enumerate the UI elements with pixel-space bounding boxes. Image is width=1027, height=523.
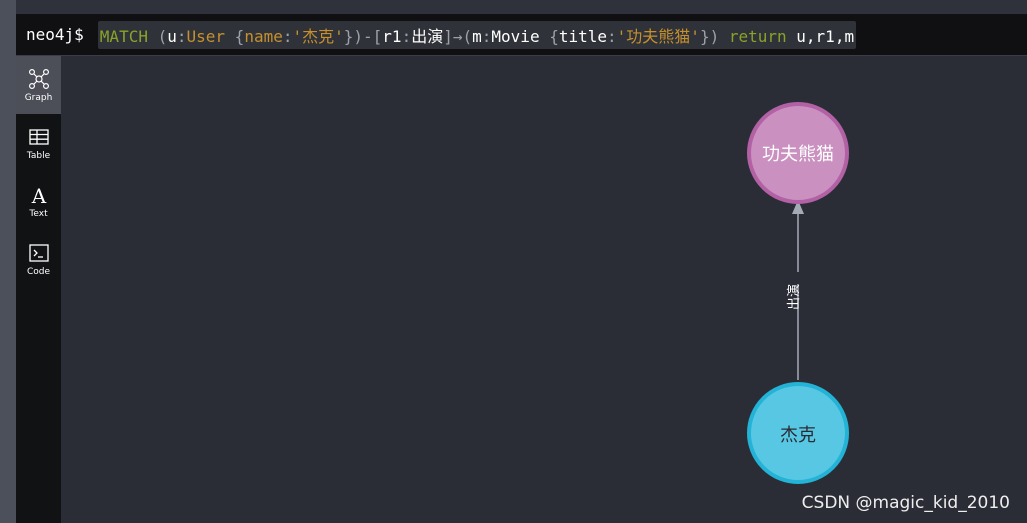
left-edge bbox=[0, 0, 16, 523]
user-node-caption: 杰克 bbox=[780, 425, 816, 446]
graph-svg: 出演 功夫熊猫 杰克 bbox=[747, 102, 849, 484]
name-key: name bbox=[244, 26, 283, 46]
query-bar[interactable]: neo4j$ MATCH (u:User {name:'杰克'})-[r1:出演… bbox=[16, 14, 1027, 56]
return-vars: u,r1,m bbox=[796, 26, 855, 46]
graph-canvas[interactable]: 出演 功夫熊猫 杰克 bbox=[61, 56, 1027, 523]
relationship-caption: 出演 bbox=[786, 284, 802, 310]
sidebar-item-label: Text bbox=[29, 208, 48, 219]
name-value: '杰克' bbox=[292, 26, 344, 46]
view-sidebar: Graph Table A Text Code bbox=[16, 56, 61, 523]
user-node[interactable]: 杰克 bbox=[747, 382, 849, 484]
user-label: User bbox=[186, 26, 226, 46]
rel-type: 出演 bbox=[411, 26, 444, 46]
table-icon bbox=[28, 126, 50, 148]
movie-var: m bbox=[472, 26, 482, 46]
watermark: CSDN @magic_kid_2010 bbox=[801, 493, 1010, 513]
svg-text:A: A bbox=[30, 184, 46, 206]
query-text[interactable]: MATCH (u:User {name:'杰克'})-[r1:出演]→(m:Mo… bbox=[97, 20, 857, 49]
movie-node[interactable]: 功夫熊猫 bbox=[747, 102, 849, 204]
sidebar-item-label: Graph bbox=[24, 92, 53, 103]
sidebar-item-label: Code bbox=[26, 266, 51, 277]
user-var: u bbox=[167, 26, 177, 46]
graph-icon bbox=[28, 68, 50, 90]
match-keyword: MATCH bbox=[99, 26, 148, 46]
sidebar-item-text[interactable]: A Text bbox=[16, 172, 61, 230]
title-key: title bbox=[558, 26, 608, 46]
text-icon: A bbox=[28, 184, 50, 206]
movie-label: Movie bbox=[491, 26, 540, 46]
sidebar-item-table[interactable]: Table bbox=[16, 114, 61, 172]
relationship-edge[interactable]: 出演 bbox=[786, 200, 804, 380]
return-keyword: return bbox=[728, 26, 787, 46]
code-icon bbox=[28, 242, 50, 264]
title-value: '功夫熊猫' bbox=[616, 26, 700, 46]
movie-node-caption: 功夫熊猫 bbox=[762, 144, 834, 165]
sidebar-item-label: Table bbox=[26, 150, 51, 161]
prompt-label: neo4j$ bbox=[26, 25, 84, 44]
top-strip bbox=[16, 0, 1027, 14]
sidebar-item-graph[interactable]: Graph bbox=[16, 56, 61, 114]
rel-var: r1 bbox=[382, 26, 402, 46]
sidebar-item-code[interactable]: Code bbox=[16, 230, 61, 288]
